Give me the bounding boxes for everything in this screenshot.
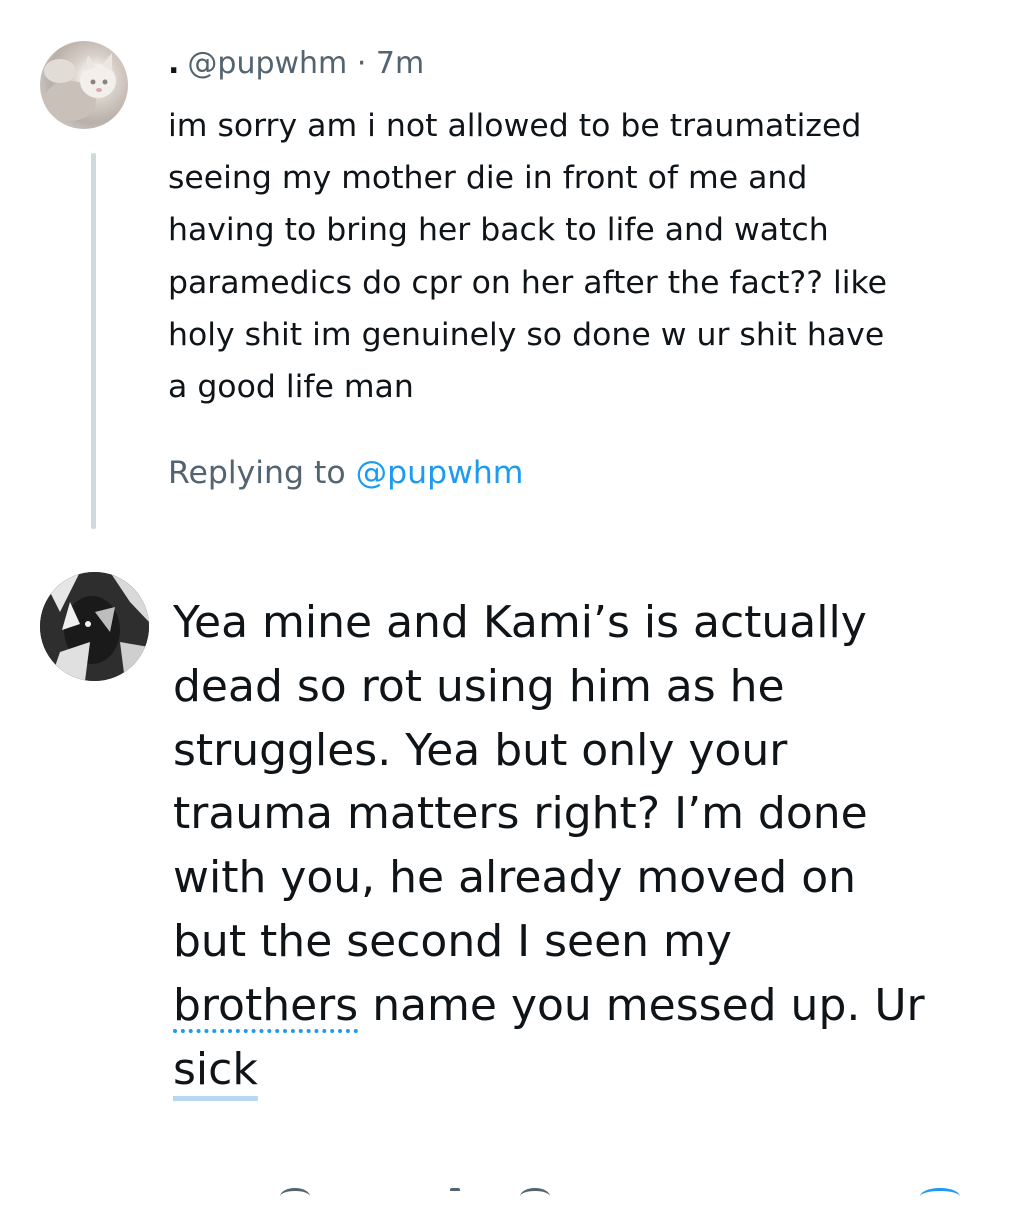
avatar[interactable]	[40, 572, 149, 681]
reply-text-line: with you, he already moved on	[173, 852, 857, 904]
reply-text-line: but the second I seen my	[173, 915, 732, 967]
tweet-text-line: im sorry am i not allowed to be traumati…	[168, 108, 862, 144]
reply-text-line: dead so rot using him as he	[173, 660, 785, 712]
action-bar	[170, 1182, 990, 1200]
display-name[interactable]: .	[168, 46, 179, 81]
tweet-text: im sorry am i not allowed to be traumati…	[168, 100, 988, 413]
reply-text-line: trauma matters right? I’m done	[173, 788, 868, 840]
tweet-text-line: a good life man	[168, 369, 414, 406]
tweet-thread: . @pupwhm · 7m im sorry am i not allowed …	[0, 0, 1025, 1200]
tweet-text-line: having to bring her back to life and wat…	[168, 212, 829, 249]
retweet-icon[interactable]	[450, 1188, 460, 1205]
separator: ·	[356, 46, 367, 81]
reply-text-line: struggles. Yea but only your	[173, 724, 788, 776]
avatar[interactable]	[40, 41, 128, 129]
dark-animal-avatar-icon	[40, 572, 149, 681]
replying-to: Replying to @pupwhm	[168, 449, 523, 497]
reply-text-fragment: name you messed up. Ur	[358, 979, 925, 1031]
mention-link[interactable]: @pupwhm	[356, 455, 524, 491]
reply-text-line: sick	[173, 1038, 1003, 1102]
reply-text-line: brothers name you messed up. Ur	[173, 974, 1003, 1038]
tweet-text-line: paramedics do cpr on her after the fact?…	[168, 264, 887, 301]
reply-icon[interactable]	[280, 1188, 310, 1205]
tweet-header: . @pupwhm · 7m	[168, 44, 424, 84]
spellcheck-word[interactable]: brothers	[173, 980, 358, 1031]
tweet-text-line: seeing my mother die in front of me and	[168, 160, 808, 197]
selected-word[interactable]: sick	[173, 1044, 258, 1095]
timestamp[interactable]: 7m	[376, 46, 424, 81]
thread-line	[91, 153, 96, 529]
tweet-text-line: holy shit im genuinely so done w ur shit…	[168, 316, 885, 353]
user-handle[interactable]: @pupwhm	[187, 46, 347, 81]
share-icon[interactable]	[920, 1188, 960, 1205]
like-icon[interactable]	[520, 1188, 550, 1205]
cat-avatar-icon	[44, 53, 116, 121]
reply-text-line: Yea mine and Kami’s is actually	[173, 597, 867, 648]
reply-text: Yea mine and Kami’s is actually dead so …	[173, 591, 1003, 1101]
replying-to-label: Replying to	[168, 455, 356, 491]
